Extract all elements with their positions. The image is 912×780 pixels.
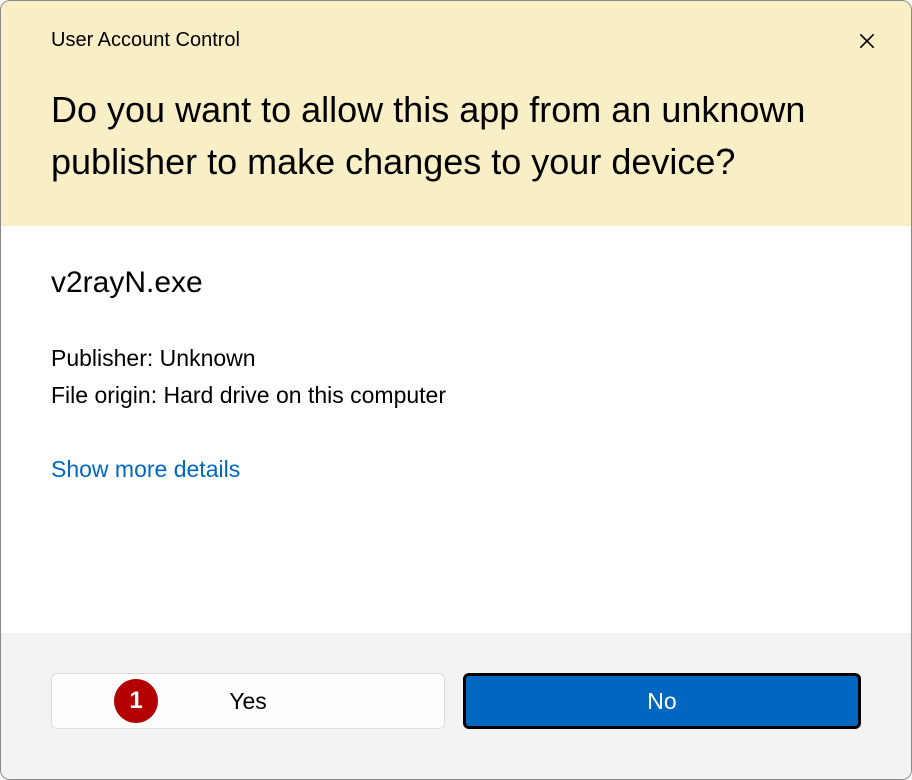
uac-question: Do you want to allow this app from an un… xyxy=(51,84,861,188)
origin-line: File origin: Hard drive on this computer xyxy=(51,377,861,414)
yes-button-label: Yes xyxy=(229,688,267,714)
close-icon xyxy=(857,31,877,51)
no-button-label: No xyxy=(647,688,676,714)
button-section: 1 Yes No xyxy=(1,633,911,779)
uac-dialog: User Account Control Do you want to allo… xyxy=(0,0,912,780)
header-section: User Account Control Do you want to allo… xyxy=(1,1,911,226)
publisher-line: Publisher: Unknown xyxy=(51,340,861,377)
no-button[interactable]: No xyxy=(463,673,861,729)
yes-button[interactable]: 1 Yes xyxy=(51,673,445,729)
app-name: v2rayN.exe xyxy=(51,266,861,300)
content-section: v2rayN.exe Publisher: Unknown File origi… xyxy=(1,226,911,633)
close-button[interactable] xyxy=(851,25,883,57)
show-more-details-link[interactable]: Show more details xyxy=(51,456,240,483)
annotation-badge: 1 xyxy=(114,679,158,723)
dialog-title: User Account Control xyxy=(51,29,861,52)
